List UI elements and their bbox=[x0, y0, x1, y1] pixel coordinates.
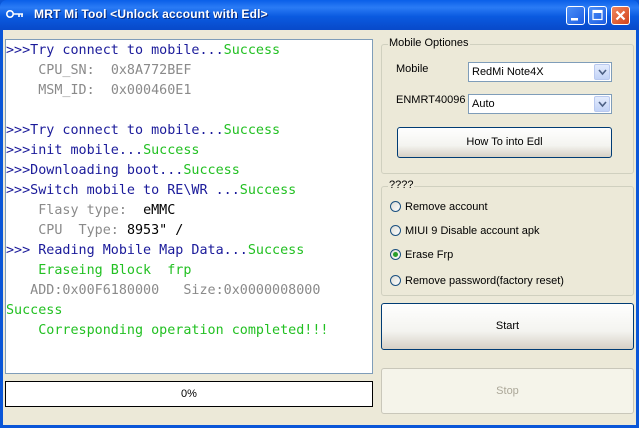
log-line: Flasy type: eMMC bbox=[6, 201, 175, 221]
log-line: Eraseing Block frp bbox=[6, 261, 191, 281]
log-line: >>>Switch mobile to RE\WR ...Success bbox=[6, 181, 296, 201]
log-line: Corresponding operation completed!!! bbox=[6, 321, 328, 341]
log-line: >>>Try connect to mobile...Success bbox=[6, 121, 280, 141]
start-button[interactable]: Start bbox=[381, 303, 634, 350]
minimize-button[interactable] bbox=[566, 6, 585, 25]
log-line: MSM_ID: 0x000460E1 bbox=[6, 81, 191, 101]
mobile-select-value: RedMi Note4X bbox=[472, 66, 544, 78]
title-bar[interactable]: MRT Mi Tool <Unlock account with Edl> bbox=[0, 0, 639, 30]
minimize-icon bbox=[571, 18, 578, 21]
radio-dot[interactable] bbox=[390, 201, 401, 212]
log-segment: Success bbox=[223, 43, 281, 58]
log-segment: Success bbox=[239, 183, 297, 198]
log-segment: Flasy type: bbox=[6, 203, 144, 218]
log-segment: ADD:0x00F6180000 Size:0x0000008000 bbox=[6, 283, 321, 298]
log-line: >>>Downloading boot...Success bbox=[6, 161, 240, 181]
radio-dot[interactable] bbox=[390, 225, 401, 236]
log-segment: MSM_ID: bbox=[6, 83, 111, 98]
log-segment: Success bbox=[183, 163, 240, 178]
log-segment: >>>Try connect to mobile... bbox=[6, 43, 224, 58]
log-segment: CPU_SN: bbox=[6, 63, 111, 78]
log-segment: Eraseing Block frp bbox=[6, 263, 192, 278]
app-window: MRT Mi Tool <Unlock account with Edl> >>… bbox=[0, 0, 639, 428]
mobile-label: Mobile bbox=[396, 63, 429, 75]
radio-label: Remove account bbox=[405, 201, 488, 213]
enmrt-select-value: Auto bbox=[472, 98, 495, 110]
radio-label: Remove password(factory reset) bbox=[405, 275, 564, 287]
progress-bar: 0% bbox=[5, 381, 373, 407]
log-line: CPU Type: 8953" / bbox=[6, 221, 183, 241]
log-line: >>> Reading Mobile Map Data...Success bbox=[6, 241, 304, 261]
window-title: MRT Mi Tool <Unlock account with Edl> bbox=[34, 7, 268, 21]
enmrt-select[interactable]: Auto bbox=[468, 94, 612, 114]
operations-legend: ???? bbox=[388, 179, 415, 191]
chevron-down-icon[interactable] bbox=[594, 64, 610, 80]
progress-text: 0% bbox=[181, 388, 197, 400]
log-segment: CPU Type: bbox=[6, 223, 127, 238]
enmrt-label: ENMRT40096 bbox=[396, 94, 466, 106]
client-area: >>>Try connect to mobile...Success CPU_S… bbox=[3, 30, 636, 425]
log-segment: Corresponding operation completed!!! bbox=[6, 323, 329, 338]
log-line: Success bbox=[6, 301, 62, 321]
log-segment: >>>Try connect to mobile... bbox=[6, 123, 224, 138]
log-segment: >>>init mobile... bbox=[6, 143, 144, 158]
log-line: ADD:0x00F6180000 Size:0x0000008000 bbox=[6, 281, 320, 301]
close-button[interactable] bbox=[611, 6, 630, 25]
log-segment: eMMC bbox=[143, 203, 176, 218]
log-segment: 0x8A772BEF bbox=[110, 63, 192, 78]
mobile-options-legend: Mobile Optiones bbox=[388, 37, 470, 49]
log-segment: Success bbox=[143, 143, 200, 158]
log-segment: >>>Switch mobile to RE\WR ... bbox=[6, 183, 240, 198]
how-to-edl-button[interactable]: How To into Edl bbox=[397, 127, 612, 158]
stop-button[interactable]: Stop bbox=[381, 368, 634, 414]
close-icon bbox=[615, 10, 626, 21]
log-output[interactable]: >>>Try connect to mobile...Success CPU_S… bbox=[5, 39, 373, 374]
log-line: >>>init mobile...Success bbox=[6, 141, 200, 161]
maximize-button[interactable] bbox=[588, 6, 607, 25]
log-segment: 0x000460E1 bbox=[110, 83, 192, 98]
key-icon bbox=[5, 8, 24, 20]
radio-label: Erase Frp bbox=[405, 249, 454, 261]
chevron-down-icon[interactable] bbox=[594, 96, 610, 112]
radio-label: MIUI 9 Disable account apk bbox=[405, 225, 540, 237]
mobile-select[interactable]: RedMi Note4X bbox=[468, 62, 612, 82]
radio-dot[interactable] bbox=[390, 275, 401, 286]
log-segment: Success bbox=[223, 123, 281, 138]
log-segment: Success bbox=[247, 243, 305, 258]
log-segment: >>>Downloading boot... bbox=[6, 163, 184, 178]
log-segment: Success bbox=[6, 303, 63, 318]
log-line: CPU_SN: 0x8A772BEF bbox=[6, 61, 191, 81]
log-segment: 8953" / bbox=[126, 223, 184, 238]
log-line: >>>Try connect to mobile...Success bbox=[6, 41, 280, 61]
radio-dot[interactable] bbox=[390, 249, 401, 260]
log-segment: >>> Reading Mobile Map Data... bbox=[6, 243, 248, 258]
maximize-icon bbox=[592, 9, 603, 21]
